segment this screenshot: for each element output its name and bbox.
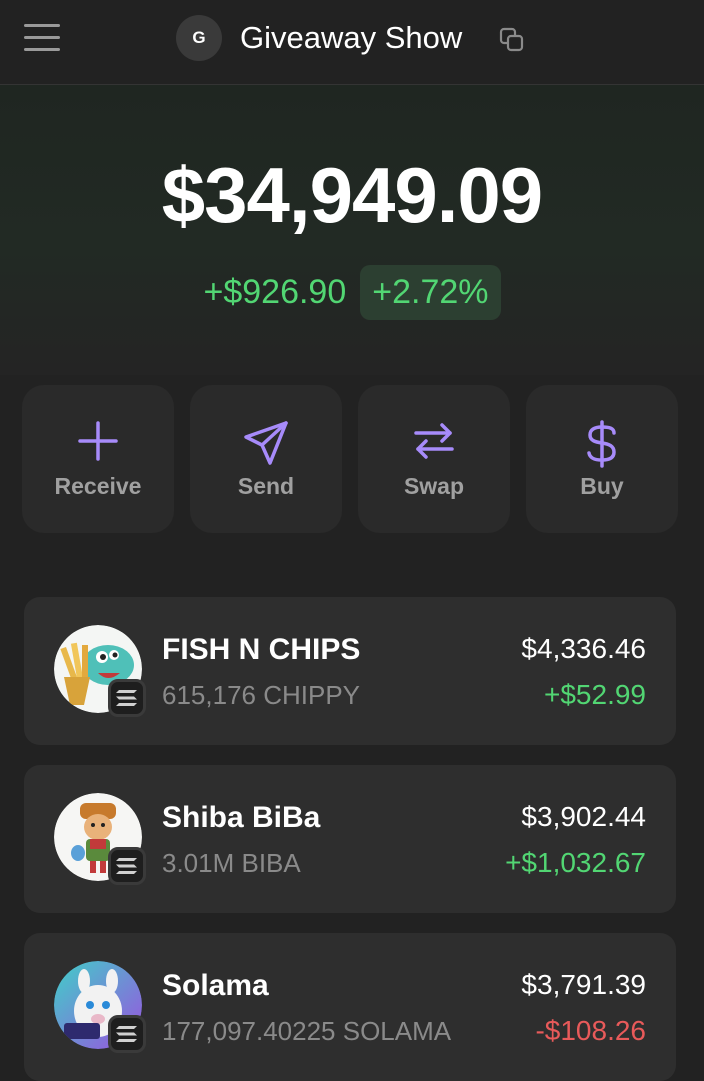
top-bar: G Giveaway Show	[0, 0, 704, 85]
account-avatar[interactable]: G	[176, 15, 222, 61]
swap-button[interactable]: Swap	[358, 385, 510, 533]
solana-chain-icon	[108, 1015, 146, 1053]
change-percent-badge: +2.72%	[360, 264, 501, 320]
token-amount: 3.01M BIBA	[162, 848, 301, 878]
copy-icon[interactable]	[498, 26, 526, 54]
token-value: $4,336.46	[521, 633, 646, 664]
token-amount: 177,097.40225 SOLAMA	[162, 1016, 452, 1046]
token-change: -$108.26	[535, 1015, 646, 1046]
receive-button[interactable]: Receive	[22, 385, 174, 533]
balance-change: +$926.90 +2.72%	[0, 263, 704, 321]
token-change: +$1,032.67	[505, 847, 646, 878]
solana-chain-icon	[108, 679, 146, 717]
solana-chain-icon	[108, 847, 146, 885]
token-change: +$52.99	[544, 679, 646, 710]
account-name[interactable]: Giveaway Show	[240, 20, 462, 56]
token-name: Solama	[162, 969, 269, 1002]
send-label: Send	[237, 473, 295, 499]
swap-label: Swap	[403, 473, 465, 499]
plus-icon	[78, 421, 118, 461]
token-value: $3,902.44	[521, 801, 646, 832]
send-icon	[244, 421, 288, 465]
token-amount: 615,176 CHIPPY	[162, 680, 361, 710]
token-row-solama[interactable]: Solama 177,097.40225 SOLAMA $3,791.39 -$…	[24, 933, 676, 1081]
token-row-shiba-biba[interactable]: Shiba BiBa 3.01M BIBA $3,902.44 +$1,032.…	[24, 765, 676, 913]
change-amount: +$926.90	[203, 272, 347, 311]
token-row-fish-n-chips[interactable]: FISH N CHIPS 615,176 CHIPPY $4,336.46 +$…	[24, 597, 676, 745]
token-value: $3,791.39	[521, 969, 646, 1000]
buy-label: Buy	[580, 473, 624, 499]
token-name: Shiba BiBa	[162, 801, 321, 834]
buy-button[interactable]: Buy	[526, 385, 678, 533]
swap-icon	[414, 423, 454, 459]
dollar-icon	[587, 420, 616, 468]
receive-label: Receive	[54, 473, 142, 499]
action-buttons: Receive Send Swap Buy	[22, 385, 682, 533]
hamburger-menu-icon[interactable]	[24, 24, 60, 54]
total-balance: $34,949.09	[161, 151, 543, 239]
token-name: FISH N CHIPS	[162, 633, 361, 666]
send-button[interactable]: Send	[190, 385, 342, 533]
